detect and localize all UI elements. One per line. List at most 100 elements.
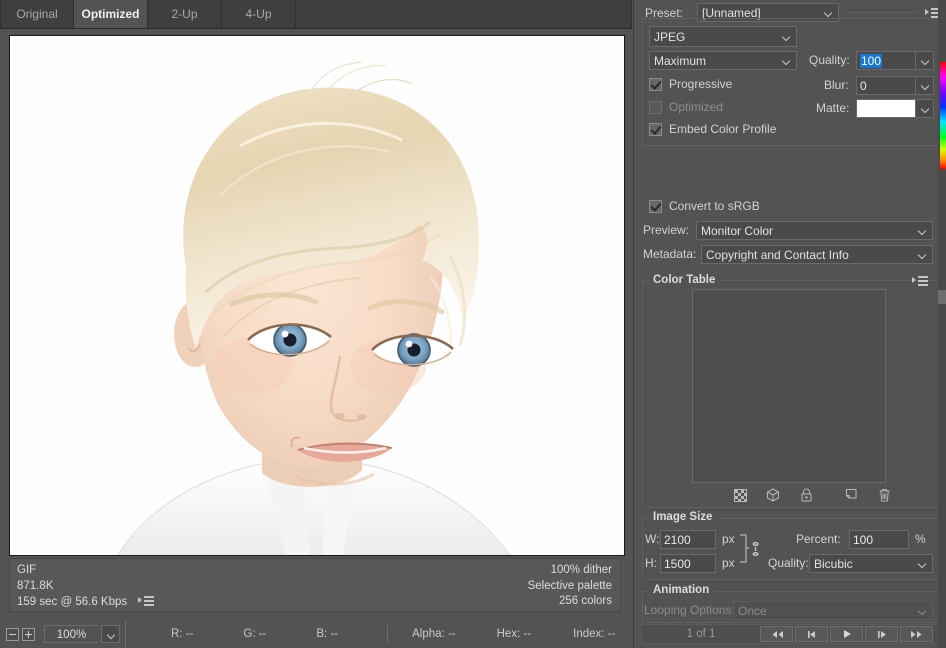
chevron-down-icon	[825, 8, 834, 17]
blur-stepper[interactable]	[916, 76, 934, 95]
width-input[interactable]: 2100	[660, 530, 716, 549]
progressive-label: Progressive	[669, 77, 733, 91]
next-frame-icon[interactable]	[865, 626, 898, 642]
optimization-info-right: 100% dither Selective palette 256 colors	[528, 563, 612, 610]
convert-srgb-checkbox[interactable]	[649, 199, 662, 213]
readout-g: G: --	[243, 628, 267, 640]
status-bar: 100% R: -- G: -- B: -- Alpha: -- Hex: --…	[0, 620, 632, 648]
height-unit: px	[722, 556, 735, 570]
color-table-flyout-menu-icon[interactable]	[912, 275, 928, 286]
panel-scrollbar-thumb[interactable]	[938, 290, 946, 304]
quality-value: 100	[860, 53, 883, 68]
readout-index: Index: --	[573, 628, 616, 640]
embed-color-profile-row[interactable]: Embed Color Profile	[649, 122, 776, 136]
file-format-select[interactable]: JPEG	[649, 26, 797, 47]
last-frame-icon[interactable]	[900, 626, 933, 642]
readout-b: B: --	[316, 628, 339, 640]
matte-dropdown-button[interactable]	[916, 99, 934, 118]
metadata-label: Metadata:	[643, 247, 697, 261]
quality-stepper[interactable]	[916, 51, 934, 70]
color-spectrum-strip[interactable]	[940, 62, 946, 169]
percent-label: Percent:	[796, 532, 841, 546]
download-time: 159 sec @ 56.6 Kbps	[17, 596, 128, 608]
preview-value: Monitor Color	[701, 223, 774, 238]
preview-flyout-menu-icon[interactable]	[138, 595, 155, 606]
output-format: GIF	[17, 564, 37, 576]
matte-color-swatch[interactable]	[856, 99, 916, 118]
chevron-down-icon	[919, 250, 928, 259]
width-label: W:	[645, 532, 660, 546]
chain-link-icon[interactable]	[738, 530, 762, 568]
lock-icon[interactable]	[795, 486, 817, 504]
quality-label: Quality:	[809, 53, 850, 67]
resample-quality-label: Quality:	[768, 556, 809, 570]
embed-color-profile-checkbox[interactable]	[649, 122, 662, 136]
save-for-web-dialog: Original Optimized 2-Up 4-Up GIF 871.8K …	[0, 0, 946, 648]
new-color-icon-glyph	[845, 489, 856, 499]
zoom-in-icon[interactable]	[22, 627, 35, 641]
tab-optimized[interactable]: Optimized	[74, 0, 148, 28]
zoom-out-icon[interactable]	[6, 627, 19, 641]
animation-playback-bar: 1 of 1	[641, 624, 939, 644]
image-preview-canvas[interactable]	[9, 35, 625, 556]
web-shift-icon[interactable]	[762, 486, 784, 504]
chevron-down-icon	[919, 606, 928, 615]
tab-original[interactable]: Original	[0, 0, 74, 28]
trash-icon-glyph	[879, 488, 889, 501]
height-input[interactable]: 1500	[660, 554, 716, 573]
optimized-row[interactable]: Optimized	[649, 100, 723, 114]
color-table-toolbar	[729, 486, 895, 504]
frame-counter: 1 of 1	[686, 628, 716, 640]
chevron-down-icon	[919, 226, 928, 235]
output-filesize: 871.8K	[17, 579, 54, 592]
tab-2up[interactable]: 2-Up	[148, 0, 222, 28]
image-size-title: Image Size	[648, 511, 718, 523]
play-icon[interactable]	[830, 626, 863, 642]
zoom-level-value[interactable]: 100%	[44, 625, 98, 643]
transparency-icon-glyph	[733, 488, 747, 502]
animation-title: Animation	[648, 584, 715, 596]
readout-r: R: --	[171, 628, 194, 640]
color-table-title: Color Table	[648, 274, 721, 286]
chevron-down-icon	[108, 630, 117, 639]
blur-value: 0	[860, 78, 867, 93]
chevron-down-icon	[922, 81, 931, 90]
embed-color-profile-label: Embed Color Profile	[669, 122, 777, 136]
preview-area: Original Optimized 2-Up 4-Up GIF 871.8K …	[0, 0, 632, 648]
optimization-info-left: GIF 871.8K 159 sec @ 56.6 Kbps	[17, 563, 155, 611]
color-count: 256 colors	[558, 595, 612, 607]
compression-quality-select[interactable]: Maximum	[649, 51, 797, 70]
progressive-row[interactable]: Progressive	[649, 77, 732, 91]
color-readout-group: R: -- G: -- B: -- Alpha: -- Hex: -- Inde…	[125, 620, 633, 648]
resample-quality-value: Bicubic	[814, 556, 853, 571]
preview-select[interactable]: Monitor Color	[696, 221, 933, 240]
color-table-swatch-grid[interactable]	[692, 289, 886, 483]
preview-tab-bar: Original Optimized 2-Up 4-Up	[0, 0, 632, 29]
quality-input[interactable]: 100	[856, 51, 916, 70]
trash-icon[interactable]	[873, 486, 895, 504]
child-portrait-image	[10, 36, 624, 555]
optimized-checkbox[interactable]	[649, 100, 662, 114]
new-color-icon[interactable]	[840, 486, 862, 504]
convert-srgb-label: Convert to sRGB	[669, 199, 760, 213]
tab-4up[interactable]: 4-Up	[222, 0, 296, 28]
percent-input[interactable]: 100	[849, 530, 909, 549]
optimized-label: Optimized	[669, 100, 724, 114]
height-value: 1500	[664, 556, 691, 571]
transparency-icon[interactable]	[729, 486, 751, 504]
dither-amount: 100% dither	[550, 564, 612, 576]
first-frame-icon[interactable]	[760, 626, 793, 642]
convert-srgb-row[interactable]: Convert to sRGB	[649, 199, 760, 213]
percent-value: 100	[853, 532, 874, 547]
chevron-down-icon	[922, 56, 931, 65]
resample-quality-select[interactable]: Bicubic	[809, 554, 933, 573]
looping-options-select[interactable]: Once	[733, 601, 933, 620]
previous-frame-icon[interactable]	[795, 626, 828, 642]
optimization-info-box: GIF 871.8K 159 sec @ 56.6 Kbps 100% dith…	[9, 558, 621, 612]
blur-input[interactable]: 0	[856, 76, 916, 95]
blur-label: Blur:	[824, 78, 849, 92]
next-frame-glyph	[877, 630, 886, 638]
metadata-select[interactable]: Copyright and Contact Info	[701, 245, 933, 264]
progressive-checkbox[interactable]	[649, 77, 662, 91]
zoom-dropdown-button[interactable]	[101, 625, 120, 643]
